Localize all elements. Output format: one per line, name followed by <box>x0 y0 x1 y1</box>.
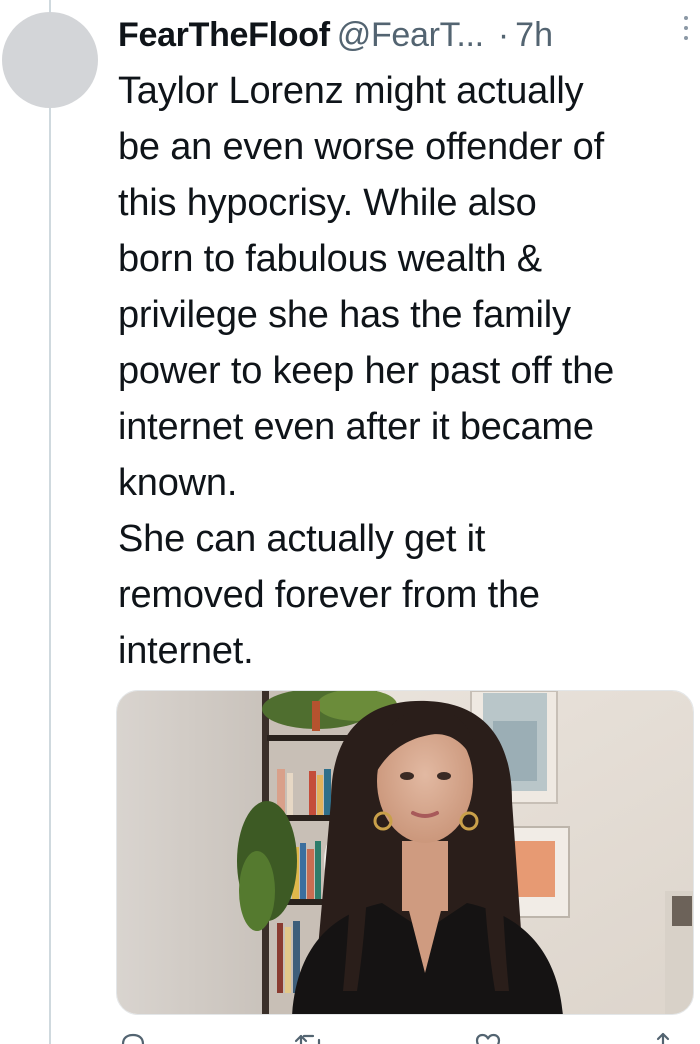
tweet-text-line: internet even after it became <box>118 406 594 448</box>
tweet-text-line: be an even worse offender of <box>118 126 604 168</box>
tweet-text-line: power to keep her past off the <box>118 350 615 392</box>
tweet-text-line: internet. <box>118 630 254 672</box>
reply-icon <box>118 1030 148 1044</box>
share-icon <box>648 1030 678 1044</box>
tweet-action-bar <box>118 1030 678 1044</box>
retweet-icon <box>293 1030 327 1044</box>
tweet-text-line: Taylor Lorenz might actually <box>118 70 584 112</box>
author-display-name[interactable]: FearTheFloof <box>118 12 330 58</box>
like-button[interactable] <box>473 1030 503 1044</box>
header-separator: · <box>497 16 510 54</box>
retweet-button[interactable] <box>293 1030 327 1044</box>
author-handle[interactable]: @FearT... <box>337 12 484 58</box>
tweet-text-line: known. <box>118 462 238 504</box>
tweet-text-line: She can actually get it <box>118 518 486 560</box>
tweet-text-line: privilege she has the family <box>118 294 571 336</box>
reply-button[interactable] <box>118 1030 148 1044</box>
tweet-text-line: removed forever from the <box>118 574 540 616</box>
tweet-text-line: this hypocrisy. While also <box>118 182 537 224</box>
tweet-text: Taylor Lorenz might actually be an even … <box>118 63 700 679</box>
tweet-text-line: born to fabulous wealth & <box>118 238 542 280</box>
more-options-icon[interactable] <box>682 16 690 40</box>
avatar[interactable] <box>2 12 98 108</box>
tweet-header: FearTheFloof @FearT... · 7h <box>118 12 690 58</box>
tweet-timestamp[interactable]: 7h <box>515 12 553 58</box>
tweet-photo[interactable] <box>116 690 694 1015</box>
thread-line <box>49 0 51 1044</box>
heart-icon <box>473 1030 503 1044</box>
share-button[interactable] <box>648 1030 678 1044</box>
